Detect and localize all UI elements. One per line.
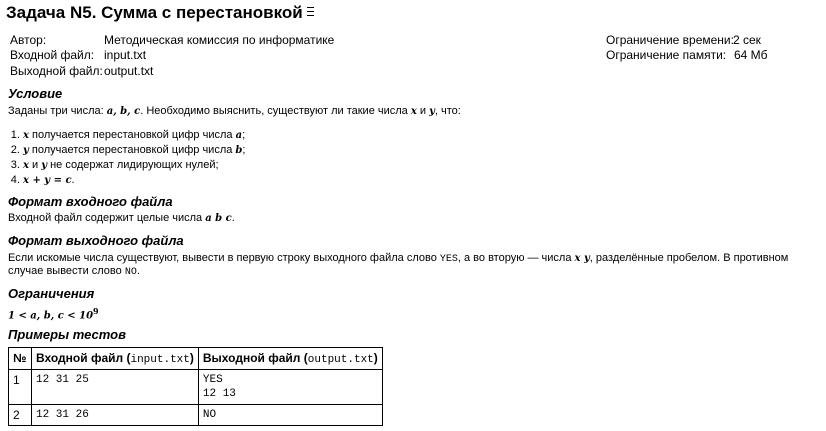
row-number: 2 bbox=[8, 404, 32, 426]
list-item: y получается перестановкой цифр числа b; bbox=[23, 143, 245, 158]
time-limit-label: Ограничение времени: bbox=[606, 33, 734, 47]
constraints-heading: Ограничения bbox=[8, 286, 95, 301]
row-output: NO bbox=[197, 404, 383, 426]
examples-table: № Входной файл (input.txt) Выходной файл… bbox=[8, 347, 383, 426]
statement-text: Заданы три числа: a, b, c. Необходимо вы… bbox=[8, 105, 461, 117]
statement-heading: Условие bbox=[8, 86, 63, 101]
table-row: 2 12 31 26 NO bbox=[8, 404, 383, 426]
author-label: Автор: bbox=[10, 33, 47, 47]
time-limit-value: 2 сек bbox=[733, 33, 761, 47]
menu-icon[interactable] bbox=[306, 7, 314, 16]
row-input: 12 31 25 bbox=[31, 369, 199, 405]
list-item: x получается перестановкой цифр числа a; bbox=[23, 128, 245, 143]
table-header-row: № Входной файл (input.txt) Выходной файл… bbox=[8, 347, 383, 370]
author-value: Методическая комиссия по информатике bbox=[104, 33, 335, 47]
col-output-header: Выходной файл (output.txt) bbox=[197, 347, 383, 370]
constraints-formula: 1 < a, b, c < 109 bbox=[8, 306, 99, 322]
col-input-header: Входной файл (input.txt) bbox=[31, 347, 199, 370]
row-input: 12 31 26 bbox=[31, 404, 199, 426]
list-item: x + y = c. bbox=[23, 173, 245, 188]
input-format-heading: Формат входного файла bbox=[8, 194, 173, 209]
row-output: YES 12 13 bbox=[197, 369, 383, 405]
memory-limit-label: Ограничение памяти: bbox=[606, 48, 727, 62]
row-number: 1 bbox=[8, 369, 32, 405]
output-file-label: Выходной файл: bbox=[10, 64, 103, 78]
list-item: x и y не содержат лидирующих нулей; bbox=[23, 158, 245, 173]
condition-list: x получается перестановкой цифр числа a;… bbox=[8, 128, 245, 188]
input-format-text: Входной файл содержит целые числа a b c. bbox=[8, 212, 235, 224]
problem-title: Задача N5. Сумма с перестановкой bbox=[6, 3, 314, 23]
examples-heading: Примеры тестов bbox=[8, 327, 126, 342]
memory-limit-row: Ограничение памяти: 64 Мб bbox=[606, 48, 768, 62]
input-file-label: Входной файл: bbox=[10, 48, 95, 62]
output-format-text-line2: случае вывести слово NO. bbox=[8, 265, 140, 278]
time-limit-row: Ограничение времени: 2 сек bbox=[606, 33, 761, 47]
output-file-value: output.txt bbox=[104, 64, 154, 78]
memory-limit-value: 64 Мб bbox=[734, 48, 768, 62]
output-format-heading: Формат выходного файла bbox=[8, 233, 184, 248]
input-file-value: input.txt bbox=[104, 48, 147, 62]
table-row: 1 12 31 25 YES 12 13 bbox=[8, 369, 383, 405]
col-num-header: № bbox=[8, 347, 32, 370]
